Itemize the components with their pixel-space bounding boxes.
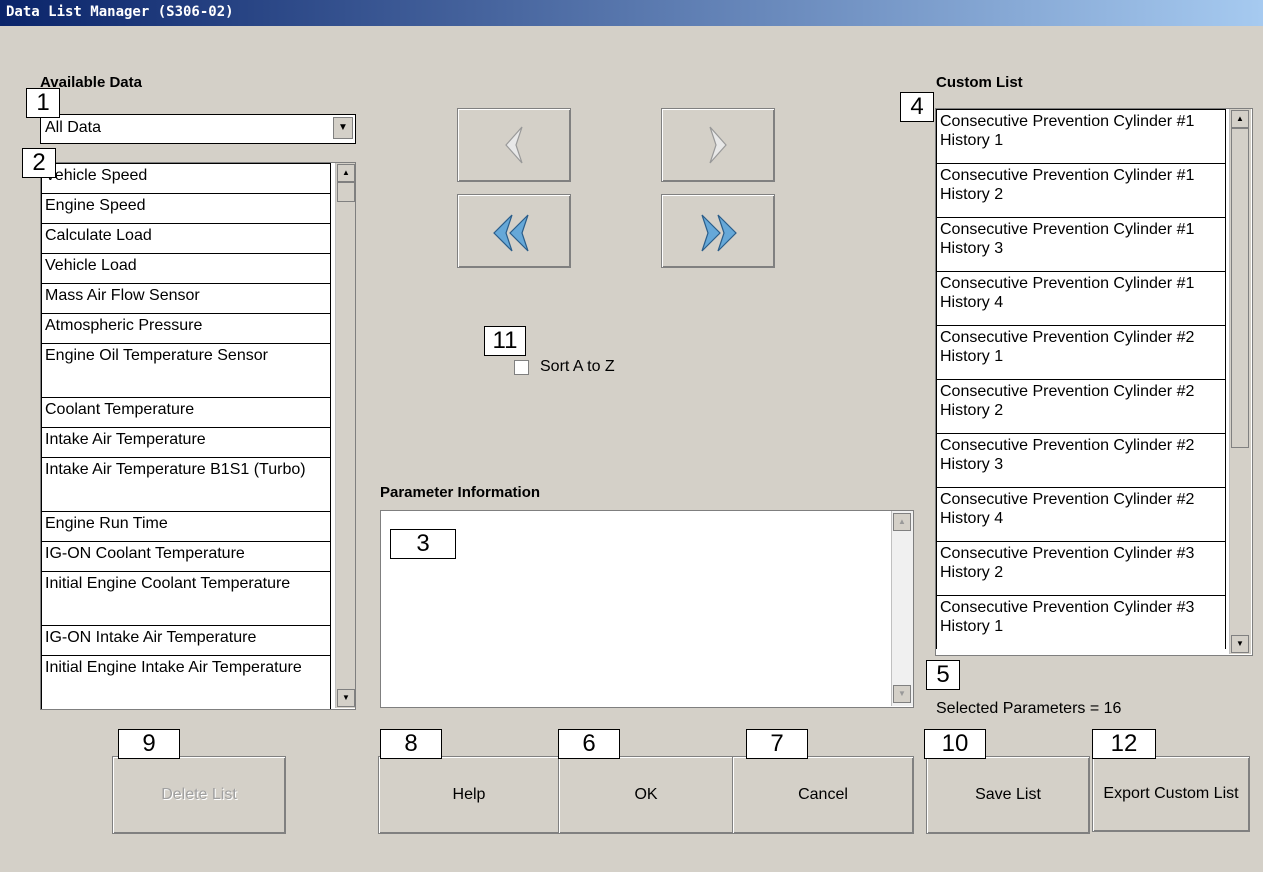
custom-list-item[interactable]: Consecutive Prevention Cylinder #1 Histo… [936, 163, 1226, 217]
callout-4: 4 [900, 92, 934, 122]
available-list-item[interactable]: IG-ON Intake Air Temperature [41, 625, 331, 655]
available-list-item[interactable]: Engine Run Time [41, 511, 331, 541]
parameter-info-label: Parameter Information [380, 484, 541, 501]
dialog-body: Available Data All Data ▼ 1 Vehicle Spee… [0, 26, 1263, 872]
available-data-list[interactable]: Vehicle Speed Engine Speed Calculate Load V… [40, 162, 356, 710]
custom-items-container: Consecutive Prevention Cylinder #1 Histo… [936, 109, 1226, 655]
available-list-item[interactable]: Engine Oil Temperature Sensor [41, 343, 331, 397]
callout-5: 5 [926, 660, 960, 690]
arrow-right-icon [709, 126, 727, 164]
delete-list-button[interactable]: Delete List [112, 756, 286, 834]
move-all-left-button[interactable] [457, 194, 571, 268]
callout-2: 2 [22, 148, 56, 178]
callout-11: 11 [484, 326, 526, 356]
title-bar: Data List Manager (S306-02) [0, 0, 1263, 26]
available-list-item[interactable]: Initial Engine Intake Air Temperature [41, 655, 331, 709]
available-list-item[interactable]: Atmospheric Pressure [41, 313, 331, 343]
scroll-down-icon[interactable]: ▼ [1231, 635, 1249, 653]
sort-label: Sort A to Z [540, 358, 615, 375]
scroll-down-icon[interactable]: ▼ [337, 689, 355, 707]
available-list-item[interactable]: Coolant Temperature [41, 397, 331, 427]
custom-list-item[interactable]: Consecutive Prevention Cylinder #2 Histo… [936, 487, 1226, 541]
callout-7: 7 [746, 729, 808, 759]
available-scrollbar[interactable]: ▲ ▼ [335, 163, 355, 708]
custom-list-item[interactable]: Consecutive Prevention Cylinder #2 Histo… [936, 433, 1226, 487]
parameter-info-box[interactable]: ▲ ▼ [380, 510, 914, 708]
custom-list-item[interactable]: Consecutive Prevention Cylinder #3 Histo… [936, 595, 1226, 649]
scroll-up-icon[interactable]: ▲ [893, 513, 911, 531]
custom-list-label: Custom List [936, 74, 1023, 91]
data-filter-dropdown[interactable]: All Data ▼ [40, 114, 356, 144]
custom-list-item[interactable]: Consecutive Prevention Cylinder #2 Histo… [936, 379, 1226, 433]
data-filter-value: All Data [45, 119, 102, 136]
sort-checkbox[interactable] [514, 360, 529, 375]
window-title: Data List Manager (S306-02) [6, 4, 234, 20]
parameter-scrollbar[interactable]: ▲ ▼ [891, 511, 913, 706]
custom-list-item[interactable]: Consecutive Prevention Cylinder #1 Histo… [936, 271, 1226, 325]
move-left-button[interactable] [457, 108, 571, 182]
available-list-item[interactable]: Intake Air Temperature B1S1 (Turbo) [41, 457, 331, 511]
scroll-thumb[interactable] [337, 182, 355, 202]
arrow-left-icon [505, 126, 523, 164]
selected-parameters-count: Selected Parameters = 16 [936, 700, 1122, 717]
scroll-thumb[interactable] [1231, 128, 1249, 448]
custom-list-item[interactable]: Consecutive Prevention Cylinder #2 Histo… [936, 325, 1226, 379]
available-list-item[interactable]: Engine Speed [41, 193, 331, 223]
callout-9: 9 [118, 729, 180, 759]
callout-12: 12 [1092, 729, 1156, 759]
available-list-item[interactable]: IG-ON Coolant Temperature [41, 541, 331, 571]
callout-3: 3 [390, 529, 456, 559]
callout-1: 1 [26, 88, 60, 118]
scroll-down-icon[interactable]: ▼ [893, 685, 911, 703]
double-arrow-left-icon [493, 214, 529, 252]
custom-scrollbar[interactable]: ▲ ▼ [1229, 109, 1251, 654]
available-list-item[interactable]: Calculate Load [41, 223, 331, 253]
cancel-button[interactable]: Cancel [732, 756, 914, 834]
callout-10: 10 [924, 729, 986, 759]
scroll-up-icon[interactable]: ▲ [1231, 110, 1249, 128]
available-list-item[interactable]: Initial Engine Coolant Temperature [41, 571, 331, 625]
double-arrow-right-icon [701, 214, 737, 252]
custom-list-item[interactable]: Consecutive Prevention Cylinder #3 Histo… [936, 541, 1226, 595]
callout-8: 8 [380, 729, 442, 759]
available-items-container: Vehicle Speed Engine Speed Calculate Load V… [41, 163, 331, 709]
ok-button[interactable]: OK [558, 756, 734, 834]
save-list-button[interactable]: Save List [926, 756, 1090, 834]
callout-6: 6 [558, 729, 620, 759]
export-custom-list-button[interactable]: Export Custom List [1092, 756, 1250, 832]
custom-list[interactable]: Consecutive Prevention Cylinder #1 Histo… [935, 108, 1253, 656]
available-list-item[interactable]: Intake Air Temperature [41, 427, 331, 457]
custom-list-item[interactable]: Consecutive Prevention Cylinder #1 Histo… [936, 109, 1226, 163]
custom-list-item[interactable]: Consecutive Prevention Cylinder #1 Histo… [936, 217, 1226, 271]
available-list-item[interactable]: Vehicle Speed [41, 163, 331, 193]
move-all-right-button[interactable] [661, 194, 775, 268]
available-list-item[interactable]: Mass Air Flow Sensor [41, 283, 331, 313]
scroll-up-icon[interactable]: ▲ [337, 164, 355, 182]
chevron-down-icon[interactable]: ▼ [333, 117, 353, 139]
move-right-button[interactable] [661, 108, 775, 182]
help-button[interactable]: Help [378, 756, 560, 834]
available-list-item[interactable]: Vehicle Load [41, 253, 331, 283]
